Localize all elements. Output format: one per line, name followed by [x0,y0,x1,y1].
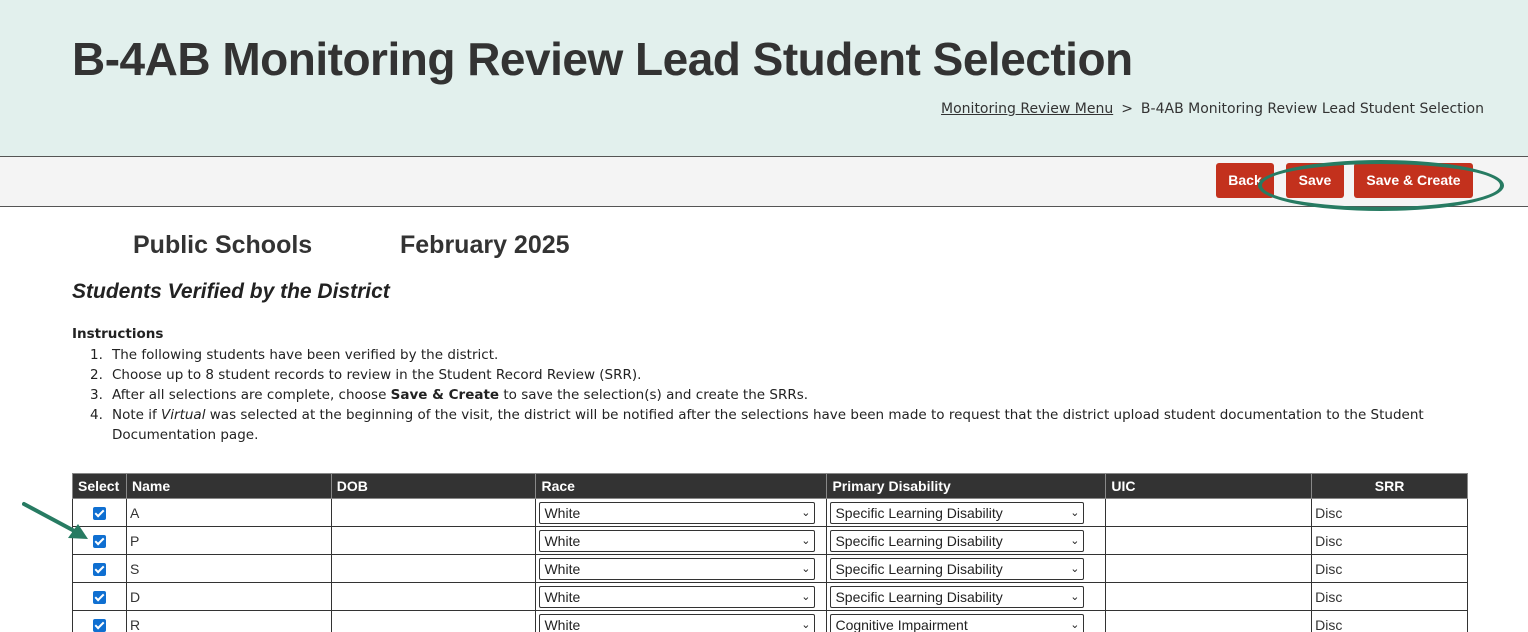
race-cell: White ⌄ [535,610,828,632]
chevron-down-icon: ⌄ [1070,534,1080,547]
review-period: February 2025 [400,231,570,259]
select-cell [72,498,127,527]
disability-cell: Specific Learning Disability ⌄ [826,498,1107,527]
select-checkbox[interactable] [92,563,106,577]
breadcrumb-current: B-4AB Monitoring Review Lead Student Sel… [1140,101,1484,117]
instructions-heading: Instructions [72,326,164,342]
action-toolbar: Back Save Save & Create [0,157,1528,211]
column-header-srr: SRR [1311,473,1468,499]
select-cell [72,610,127,632]
chevron-down-icon: ⌄ [801,590,811,603]
select-checkbox[interactable] [92,507,106,521]
name-cell: P [125,526,332,555]
instruction-item: 1. The following students have been verif… [90,347,499,363]
race-select[interactable]: White ⌄ [539,613,816,632]
chevron-down-icon: ⌄ [1070,562,1080,575]
select-checkbox[interactable] [92,619,106,632]
instruction-item: 4. Note if Virtual was selected at the be… [90,407,1424,443]
table-row: P White ⌄ Specific Learning Disability ⌄ D… [72,526,1468,555]
srr-cell: Disc [1311,554,1468,583]
dob-cell [330,610,537,632]
column-header-name: Name [125,473,332,499]
breadcrumb-separator: > [1121,101,1133,117]
name-cell: A [125,498,332,527]
chevron-down-icon: ⌄ [1070,590,1080,603]
chevron-down-icon: ⌄ [801,618,811,631]
column-header-race: Race [535,473,828,499]
uic-cell [1105,582,1313,611]
students-table: Select Name DOB Race Primary Disability … [72,473,1468,632]
disability-cell: Specific Learning Disability ⌄ [826,526,1107,555]
select-cell [72,526,127,555]
column-header-uic: UIC [1105,473,1313,499]
race-cell: White ⌄ [535,582,828,611]
chevron-down-icon: ⌄ [801,534,811,547]
chevron-down-icon: ⌄ [801,506,811,519]
uic-cell [1105,554,1313,583]
srr-cell: Disc [1311,498,1468,527]
primary-disability-select[interactable]: Specific Learning Disability ⌄ [830,585,1085,608]
save-button[interactable]: Save [1286,163,1344,198]
name-cell: R [125,610,332,632]
table-row: S White ⌄ Specific Learning Disability ⌄ D… [72,554,1468,583]
chevron-down-icon: ⌄ [801,562,811,575]
instruction-item: 2. Choose up to 8 student records to revi… [90,367,642,383]
select-checkbox[interactable] [92,591,106,605]
select-cell [72,554,127,583]
primary-disability-select[interactable]: Cognitive Impairment ⌄ [830,613,1085,632]
srr-cell: Disc [1311,526,1468,555]
uic-cell [1105,526,1313,555]
dob-cell [330,554,537,583]
select-cell [72,582,127,611]
disability-cell: Specific Learning Disability ⌄ [826,554,1107,583]
save-and-create-button[interactable]: Save & Create [1354,163,1473,198]
instruction-item: 3. After all selections are complete, cho… [90,387,809,403]
race-select[interactable]: White ⌄ [539,557,816,580]
chevron-down-icon: ⌄ [1070,506,1080,519]
race-select[interactable]: White ⌄ [539,501,816,524]
disability-cell: Cognitive Impairment ⌄ [826,610,1107,632]
table-row: R White ⌄ Cognitive Impairment ⌄ Disc [72,610,1468,632]
back-button[interactable]: Back [1216,163,1274,198]
primary-disability-select[interactable]: Specific Learning Disability ⌄ [830,529,1085,552]
table-header-row: Select Name DOB Race Primary Disability … [72,473,1468,499]
column-header-dob: DOB [330,473,537,499]
section-title: Students Verified by the District [72,280,390,303]
uic-cell [1105,498,1313,527]
primary-disability-select[interactable]: Specific Learning Disability ⌄ [830,557,1085,580]
dob-cell [330,526,537,555]
race-cell: White ⌄ [535,498,828,527]
srr-cell: Disc [1311,582,1468,611]
dob-cell [330,498,537,527]
race-cell: White ⌄ [535,554,828,583]
chevron-down-icon: ⌄ [1070,618,1080,631]
dob-cell [330,582,537,611]
instructions-list: 1. The following students have been verif… [90,345,1480,445]
primary-disability-select[interactable]: Specific Learning Disability ⌄ [830,501,1085,524]
column-header-primary-disability: Primary Disability [826,473,1107,499]
race-cell: White ⌄ [535,526,828,555]
uic-cell [1105,610,1313,632]
table-row: D White ⌄ Specific Learning Disability ⌄ D… [72,582,1468,611]
disability-cell: Specific Learning Disability ⌄ [826,582,1107,611]
name-cell: D [125,582,332,611]
page-title: B-4AB Monitoring Review Lead Student Sel… [72,33,1133,85]
select-checkbox[interactable] [92,535,106,549]
breadcrumb: Monitoring Review Menu > B-4AB Monitoring … [941,101,1484,117]
breadcrumb-link-monitoring-review-menu[interactable]: Monitoring Review Menu [941,101,1113,117]
srr-cell: Disc [1311,610,1468,632]
name-cell: S [125,554,332,583]
district-name: Public Schools [133,231,313,259]
race-select[interactable]: White ⌄ [539,585,816,608]
column-header-select: Select [72,473,127,499]
page-header: B-4AB Monitoring Review Lead Student Sel… [0,0,1528,157]
table-row: A White ⌄ Specific Learning Disability ⌄ D… [72,498,1468,527]
race-select[interactable]: White ⌄ [539,529,816,552]
